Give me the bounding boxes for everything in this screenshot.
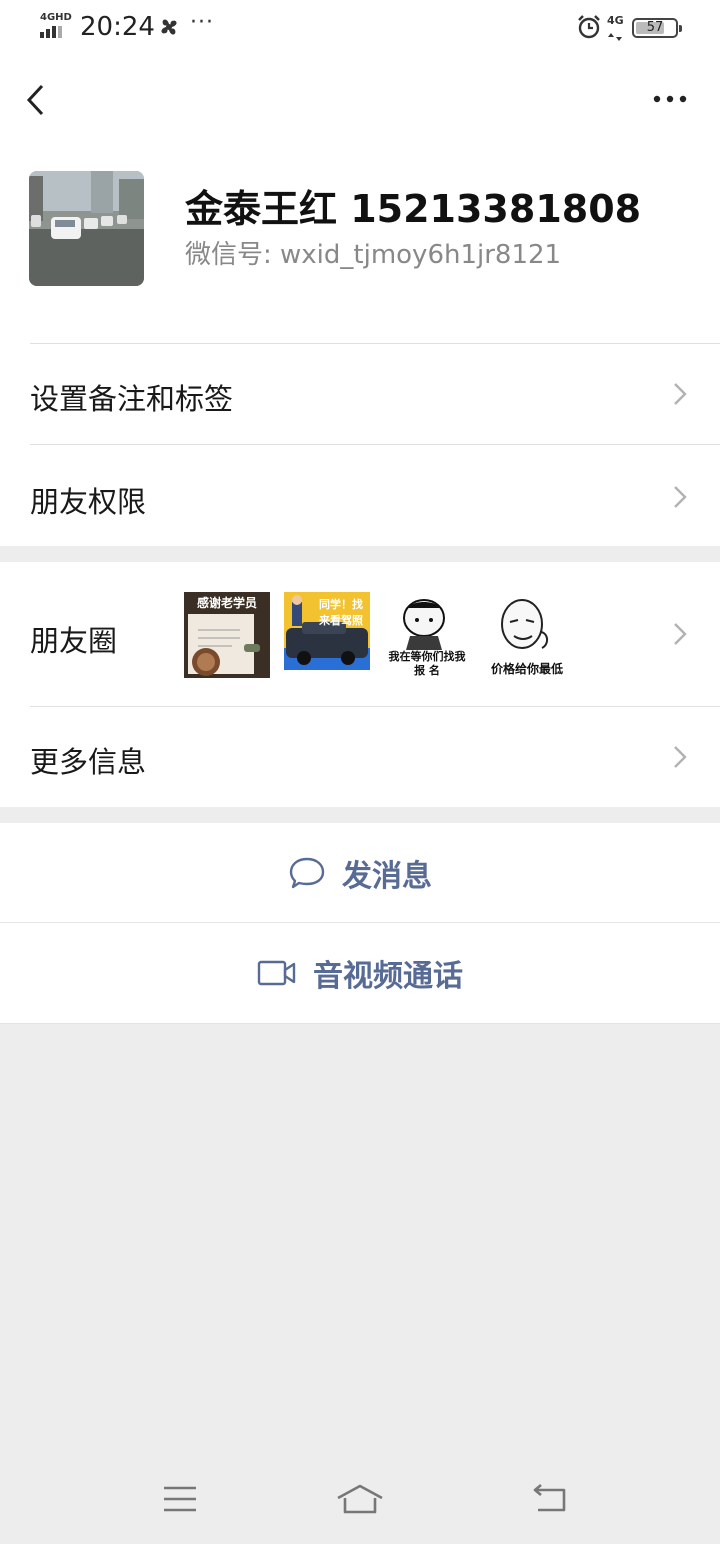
chevron-right-icon: [674, 383, 687, 405]
wechat-id: 微信号: wxid_tjmoy6h1jr8121: [185, 240, 562, 270]
signal-strength-icon: 4GHD: [40, 12, 72, 40]
battery-level: 57: [646, 20, 664, 35]
friend-permissions-label: 朋友权限: [30, 485, 147, 519]
status-bar: 4GHD 20:24 ··· 4G 57: [0, 0, 720, 56]
remark-tags-row[interactable]: 设置备注和标签: [0, 344, 720, 444]
alarm-icon: [578, 15, 600, 39]
settings-section: 设置备注和标签 朋友权限: [0, 344, 720, 546]
return-icon[interactable]: [530, 1482, 570, 1516]
friend-permissions-row[interactable]: 朋友权限: [0, 445, 720, 546]
moments-thumbnail: 感谢老学员: [184, 592, 270, 678]
moments-section: 朋友圈 感谢老学员 同学！找来看驾照 我在等你们找我报 名 价格给你最低 更多信…: [0, 562, 720, 807]
remark-tags-label: 设置备注和标签: [30, 382, 234, 416]
battery-icon: 57: [632, 18, 682, 38]
thumbnail-caption: 我在等你们找我报 名: [388, 650, 466, 677]
video-camera-icon: [257, 960, 296, 986]
mobile-data-icon: 4G: [607, 14, 627, 41]
profile-header: 金泰王红 15213381808 微信号: wxid_tjmoy6h1jr812…: [0, 56, 720, 344]
status-time: 20:24: [80, 12, 155, 42]
notification-dots: ···: [190, 10, 214, 35]
network-type-label: 4GHD: [40, 12, 72, 23]
more-icon[interactable]: [650, 90, 690, 108]
avatar[interactable]: [29, 171, 144, 286]
moments-thumbnail: 同学！找来看驾照: [284, 592, 370, 678]
more-info-label: 更多信息: [30, 745, 147, 779]
contact-name: 金泰王红 15213381808: [185, 187, 642, 231]
home-icon[interactable]: [336, 1482, 384, 1516]
chevron-right-icon: [674, 623, 687, 645]
menu-lines-icon[interactable]: [160, 1482, 200, 1516]
video-call-button[interactable]: 音视频通话: [0, 923, 720, 1023]
more-info-row[interactable]: 更多信息: [0, 707, 720, 807]
fan-icon: [161, 19, 177, 35]
divider: [0, 1023, 720, 1024]
thumbnail-caption: 感谢老学员: [196, 596, 257, 610]
mobile-data-label: 4G: [607, 14, 624, 27]
thumbnail-caption: 同学！找来看驾照: [319, 598, 363, 627]
moments-row[interactable]: 朋友圈 感谢老学员 同学！找来看驾照 我在等你们找我报 名 价格给你最低: [0, 562, 720, 706]
moments-thumbnail: 价格给你最低: [484, 592, 570, 678]
send-message-button[interactable]: 发消息: [0, 823, 720, 923]
send-message-label: 发消息: [342, 859, 432, 894]
moments-thumbnail: 我在等你们找我报 名: [384, 592, 470, 678]
chat-bubble-icon: [289, 857, 325, 889]
back-arrow-icon[interactable]: [22, 82, 48, 118]
video-call-label: 音视频通话: [313, 959, 463, 994]
chevron-right-icon: [674, 486, 687, 508]
system-nav-bar: [0, 1460, 720, 1544]
moments-label: 朋友圈: [30, 624, 118, 658]
chevron-right-icon: [674, 746, 687, 768]
thumbnail-caption: 价格给你最低: [490, 662, 563, 676]
